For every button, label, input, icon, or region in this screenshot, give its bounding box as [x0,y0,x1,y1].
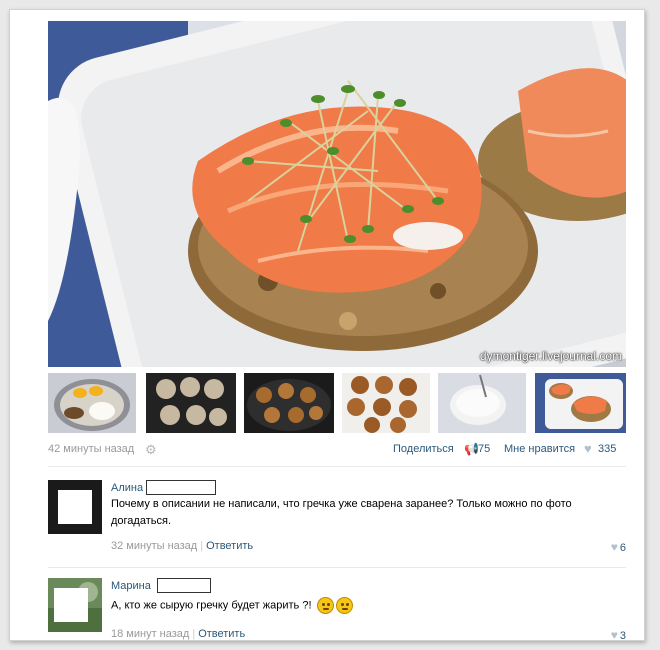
divider [48,567,626,568]
reply-button[interactable]: Ответить [206,540,253,552]
thumbnail-sauce[interactable] [438,373,526,433]
name-redaction [146,480,216,495]
comment-like-count: 6 [619,542,626,554]
comment-item: Марина А, кто же сырую гречку будет жари… [48,578,626,640]
main-photo[interactable]: dymontiger.livejournal.com [48,21,626,367]
share-button[interactable]: Поделиться [393,443,454,455]
blushing-emoji-icon [316,597,334,614]
thumbnail-pan-raw[interactable] [146,373,236,433]
comment-meta: 32 минуты назад | Ответить [111,540,253,552]
separator: | [192,628,196,640]
avatar-redaction [58,490,92,524]
comment-meta: 18 минут назад | Ответить [111,628,245,640]
thumbnail-eggs-flour[interactable] [48,373,136,433]
photo-thumbnails [48,373,626,433]
name-redaction [157,578,211,593]
gear-icon[interactable]: ⚙ [145,442,157,458]
thumbnail-pan-fried[interactable] [244,373,334,433]
comment-text-line: Почему в описании не написали, что гречк… [111,498,572,510]
comment-text-line: догадаться. [111,515,172,527]
thinking-emoji-icon [335,597,353,614]
avatar[interactable] [48,480,102,534]
like-count[interactable]: 335 [598,443,616,455]
post-meta: 42 минуты назад ⚙ Поделиться 📢 75 Мне нр… [48,441,626,458]
comment-time[interactable]: 32 минуты назад [111,540,197,552]
comment-like-count: 3 [619,630,626,641]
comment-like[interactable]: ♥ 6 [611,540,626,554]
megaphone-icon[interactable]: 📢 [464,442,479,456]
comment-like[interactable]: ♥ 3 [610,628,626,641]
comment-author[interactable]: Марина [111,580,151,592]
avatar-redaction [54,588,88,622]
avatar[interactable] [48,578,102,632]
heart-icon: ♥ [610,628,618,641]
comment-author[interactable]: Алина [111,482,143,494]
separator: | [200,540,204,552]
post-card: dymontiger.livejournal.com 42 минуты наз… [9,9,645,641]
comment-item: Алина Почему в описании не написали, что… [48,480,626,560]
thumbnail-cooked[interactable] [342,373,430,433]
comment-time[interactable]: 18 минут назад [111,628,189,640]
heart-icon: ♥ [610,540,618,554]
post-time[interactable]: 42 минуты назад [48,443,134,455]
share-count[interactable]: 75 [478,443,490,455]
comment-text-line: А, кто же сырую гречку будет жарить ?! [111,599,312,612]
photo-watermark: dymontiger.livejournal.com [479,349,622,363]
reply-button[interactable]: Ответить [198,628,245,640]
like-button[interactable]: Мне нравится [504,443,575,455]
comment-text: А, кто же сырую гречку будет жарить ?! [111,597,353,614]
divider [48,466,626,467]
heart-icon[interactable]: ♥ [584,441,592,456]
thumbnail-served[interactable] [535,373,626,433]
comment-text: Почему в описании не написали, что гречк… [111,496,572,530]
